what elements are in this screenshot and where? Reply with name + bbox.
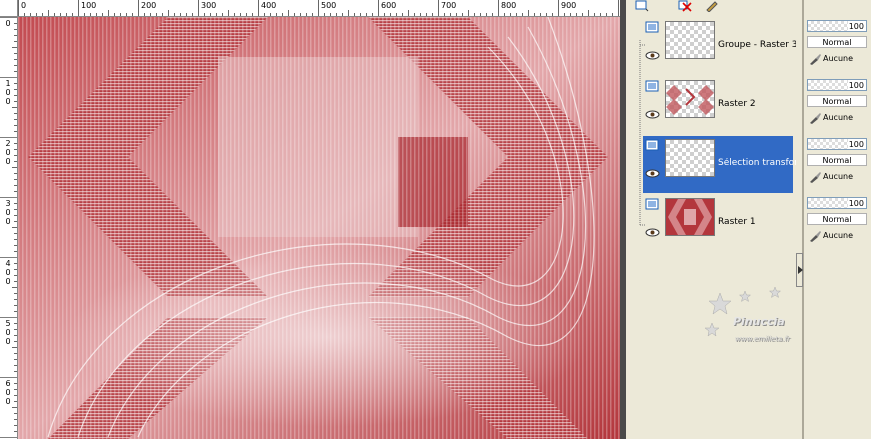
opacity-slider[interactable]: 100	[807, 20, 867, 32]
layer-row-groupe-raster-3[interactable]: Groupe - Raster 3	[643, 18, 796, 75]
horizontal-ruler: 0 100 200 300 400 500 600 700 800 900	[18, 0, 620, 17]
opacity-value: 100	[848, 81, 864, 90]
brush-icon	[810, 231, 821, 242]
ruler-label: 0	[21, 1, 27, 10]
layer-properties: 100 Normal Aucune	[805, 195, 871, 252]
panel-divider	[802, 0, 804, 439]
layers-toolbar	[626, 0, 802, 14]
opacity-slider[interactable]: 100	[807, 197, 867, 209]
opacity-slider[interactable]: 100	[807, 79, 867, 91]
layer-row-raster-2[interactable]: Raster 2	[643, 77, 793, 134]
ruler-label: 600	[381, 1, 397, 10]
layer-properties: 100 Normal Aucune	[805, 77, 871, 134]
ruler-label: 400	[261, 1, 277, 10]
mask-label: Aucune	[823, 172, 854, 181]
layer-group-icon	[645, 21, 659, 33]
mask-label: Aucune	[823, 231, 854, 240]
thumbnail-artwork	[666, 199, 714, 235]
brush-icon	[810, 113, 821, 124]
horizontal-ruler-ticks	[18, 0, 619, 16]
eye-icon[interactable]	[645, 110, 660, 119]
canvas-artwork	[18, 17, 620, 439]
watermark: Pinuccia www.emilieta.fr	[700, 285, 870, 355]
ruler-label: 6 0 0	[5, 379, 11, 406]
ruler-label: 2 0 0	[5, 139, 11, 166]
layer-properties: 100 Normal Aucune	[805, 136, 871, 193]
mask-label: Aucune	[823, 113, 854, 122]
blend-mode-select[interactable]: Normal	[807, 95, 867, 107]
ruler-label: 500	[321, 1, 337, 10]
layer-name: Raster 1	[718, 217, 756, 227]
eye-icon[interactable]	[645, 169, 660, 178]
layer-row-raster-1[interactable]: Raster 1	[643, 195, 793, 252]
arrow-right-icon	[798, 266, 803, 274]
layer-thumbnail	[665, 139, 715, 177]
ruler-label: 300	[201, 1, 217, 10]
ruler-label: 100	[81, 1, 97, 10]
layer-raster-icon	[645, 80, 659, 92]
layer-properties: 100 Normal Aucune	[805, 18, 871, 75]
opacity-value: 100	[848, 140, 864, 149]
ruler-label: 0	[5, 19, 11, 28]
ruler-label: 1 0 0	[5, 79, 11, 106]
layer-name: Groupe - Raster 3	[718, 40, 796, 50]
watermark-title: Pinuccia	[733, 315, 785, 328]
ruler-label: 800	[501, 1, 517, 10]
mask-button[interactable]: Aucune	[807, 111, 859, 125]
vertical-ruler: 0 1 0 0 2 0 0 3 0 0 4 0 0 5 0 0 6 0 0	[0, 17, 18, 439]
blend-mode-select[interactable]: Normal	[807, 213, 867, 225]
ruler-label: 700	[441, 1, 457, 10]
layer-raster-icon	[645, 198, 659, 210]
eye-icon[interactable]	[645, 228, 660, 237]
layer-thumbnail	[665, 198, 715, 236]
layer-name: Sélection transformée	[718, 158, 796, 168]
ruler-label: 4 0 0	[5, 259, 11, 286]
ruler-corner	[0, 0, 18, 17]
ruler-label: 5 0 0	[5, 319, 11, 346]
brush-icon	[810, 172, 821, 183]
watermark-stars	[704, 286, 782, 337]
edit-icon[interactable]	[704, 0, 720, 12]
brush-icon	[810, 54, 821, 65]
panel-resize-handle[interactable]	[796, 253, 803, 287]
eye-icon[interactable]	[645, 51, 660, 60]
watermark-url: www.emilieta.fr	[735, 335, 790, 343]
opacity-value: 100	[848, 22, 864, 31]
ruler-label: 200	[141, 1, 157, 10]
thumbnail-pattern	[666, 85, 714, 115]
mask-button[interactable]: Aucune	[807, 52, 859, 66]
layer-name: Raster 2	[718, 99, 756, 109]
mask-button[interactable]: Aucune	[807, 229, 859, 243]
ruler-label: 3 0 0	[5, 199, 11, 226]
layer-thumbnail	[665, 80, 715, 118]
image-canvas[interactable]	[18, 17, 620, 439]
blend-mode-select[interactable]: Normal	[807, 154, 867, 166]
blend-mode-select[interactable]: Normal	[807, 36, 867, 48]
delete-layer-icon[interactable]	[678, 0, 694, 12]
layer-row-selection-transformee[interactable]: Sélection transformée	[643, 136, 796, 193]
layer-thumbnail	[665, 21, 715, 59]
mask-label: Aucune	[823, 54, 854, 63]
ruler-label: 900	[561, 1, 577, 10]
mask-button[interactable]: Aucune	[807, 170, 859, 184]
layer-raster-icon	[645, 139, 659, 151]
new-layer-icon[interactable]	[634, 0, 650, 12]
opacity-slider[interactable]: 100	[807, 138, 867, 150]
opacity-value: 100	[848, 199, 864, 208]
